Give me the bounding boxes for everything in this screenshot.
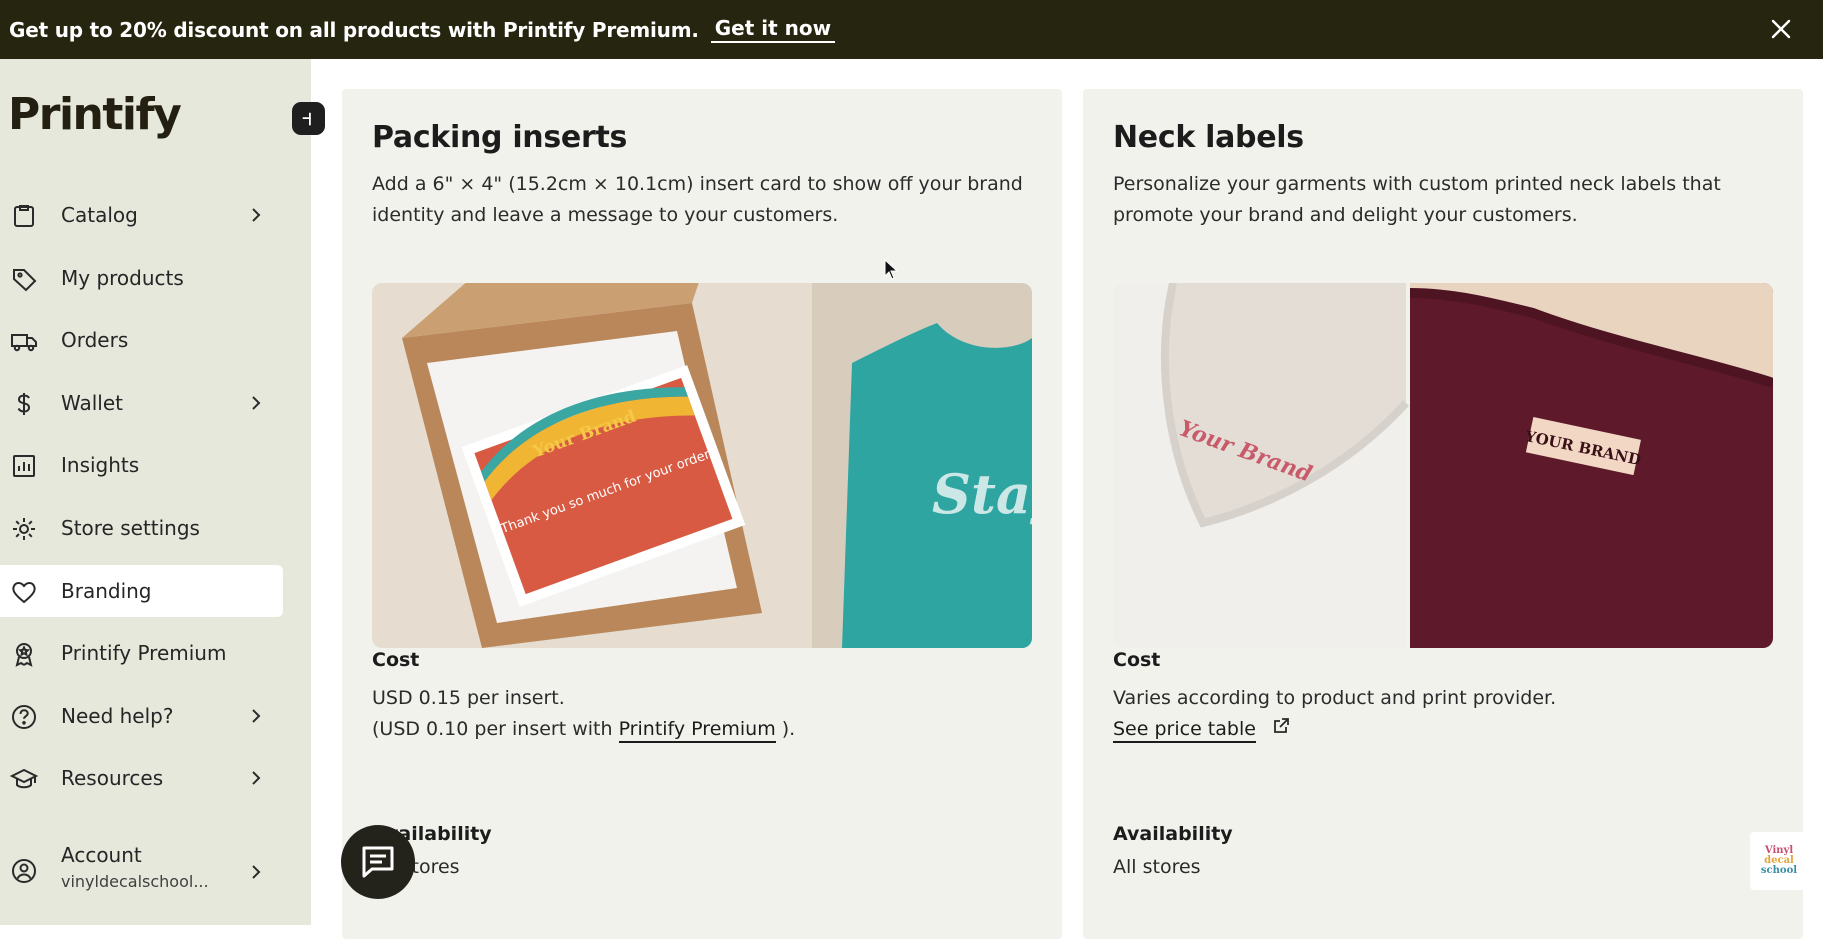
chevron-right-icon	[246, 393, 266, 413]
cost-text: Varies according to product and print pr…	[1113, 687, 1557, 709]
card-description: Add a 6" × 4" (15.2cm × 10.1cm) insert c…	[372, 173, 1023, 226]
heart-icon	[10, 578, 38, 606]
external-link-icon[interactable]	[1272, 714, 1290, 745]
packing-insert-image: Your Brand Thank you so much for your or…	[372, 283, 1032, 648]
mouse-cursor-icon	[884, 259, 899, 280]
chevron-right-icon	[246, 706, 266, 726]
sidebar-item-wallet[interactable]: Wallet	[0, 377, 283, 429]
sidebar-item-label: Wallet	[61, 390, 124, 415]
neck-labels-card[interactable]: Neck labels Personalize your garments wi…	[1083, 89, 1803, 939]
question-icon	[10, 703, 38, 731]
sidebar-item-label: My products	[61, 265, 184, 290]
chat-button[interactable]	[341, 825, 415, 899]
main-content: Packing inserts Add a 6" × 4" (15.2cm × …	[311, 59, 1823, 939]
watermark-logo: Vinyl decal school	[1750, 832, 1808, 890]
card-title: Packing inserts	[372, 120, 628, 155]
see-price-table-link[interactable]: See price table	[1113, 718, 1256, 743]
promo-banner: Get up to 20% discount on all products w…	[0, 0, 1823, 59]
sidebar-item-label: Insights	[61, 453, 140, 478]
chevron-right-icon	[246, 768, 266, 788]
tag-icon	[10, 265, 38, 293]
sidebar-item-label: Branding	[61, 578, 152, 603]
sidebar-item-insights[interactable]: Insights	[0, 439, 283, 491]
chevron-right-icon	[246, 862, 266, 882]
sidebar-item-store-settings[interactable]: Store settings	[0, 502, 283, 554]
sidebar-item-printify-premium[interactable]: Printify Premium	[0, 627, 283, 679]
cost-heading: Cost	[372, 649, 420, 671]
printify-premium-link[interactable]: Printify Premium	[618, 718, 776, 743]
sidebar-item-label: Catalog	[61, 203, 138, 227]
chevron-right-icon	[246, 205, 266, 225]
sidebar-item-label: Printify Premium	[61, 641, 227, 666]
account-store-name: vinyldecalschool...	[61, 872, 209, 891]
sidebar-item-orders[interactable]: Orders	[0, 314, 283, 366]
sidebar-item-label: Need help?	[61, 703, 174, 728]
sidebar: Printify Catalog My products Orders Wall…	[0, 59, 311, 925]
bar-chart-icon	[10, 452, 38, 480]
truck-icon	[10, 327, 38, 355]
gear-icon	[10, 515, 38, 543]
promo-banner-text: Get up to 20% discount on all products w…	[9, 17, 699, 42]
sidebar-item-label: Orders	[61, 328, 129, 353]
sidebar-item-catalog[interactable]: Catalog	[0, 189, 283, 241]
packing-inserts-card[interactable]: Packing inserts Add a 6" × 4" (15.2cm × …	[342, 89, 1062, 939]
get-it-now-link[interactable]: Get it now	[710, 16, 836, 43]
printify-logo[interactable]: Printify	[8, 89, 182, 140]
card-description: Personalize your garments with custom pr…	[1113, 173, 1721, 226]
watermark-line: school	[1760, 865, 1798, 876]
price-table-line: See price table	[1113, 714, 1290, 745]
chat-icon	[362, 846, 394, 878]
collapse-sidebar-button[interactable]	[292, 102, 325, 135]
sidebar-item-resources[interactable]: Resources	[0, 752, 283, 804]
shirt-text: Stay groovy	[932, 462, 1032, 526]
card-title: Neck labels	[1113, 120, 1304, 155]
badge-icon	[10, 640, 38, 668]
premium-cost-suffix: ).	[775, 718, 796, 740]
dollar-icon	[10, 390, 38, 418]
sidebar-item-label: Resources	[61, 766, 164, 791]
sidebar-item-branding[interactable]: Branding	[0, 564, 283, 617]
sidebar-item-my-products[interactable]: My products	[0, 252, 283, 304]
premium-cost-prefix: (USD 0.10 per insert with	[372, 718, 619, 740]
account-label: Account	[61, 843, 142, 867]
close-icon[interactable]	[1765, 13, 1797, 45]
graduation-cap-icon	[10, 765, 38, 793]
cost-heading: Cost	[1113, 649, 1161, 671]
sidebar-nav: Catalog My products Orders Wallet Insigh…	[0, 189, 283, 815]
cost-text: USD 0.15 per insert.	[372, 687, 565, 709]
premium-cost-text: (USD 0.10 per insert with Printify Premi…	[372, 714, 795, 745]
availability-heading: Availability	[1113, 823, 1233, 845]
sidebar-item-need-help[interactable]: Need help?	[0, 690, 283, 742]
sidebar-item-label: Store settings	[61, 515, 200, 540]
clipboard-icon	[10, 202, 38, 230]
sidebar-item-account[interactable]: Account vinyldecalschool...	[0, 839, 283, 903]
neck-label-image: Your Brand YOUR BRAND	[1113, 283, 1773, 648]
user-circle-icon	[10, 857, 38, 885]
availability-text: All stores	[1113, 856, 1201, 878]
